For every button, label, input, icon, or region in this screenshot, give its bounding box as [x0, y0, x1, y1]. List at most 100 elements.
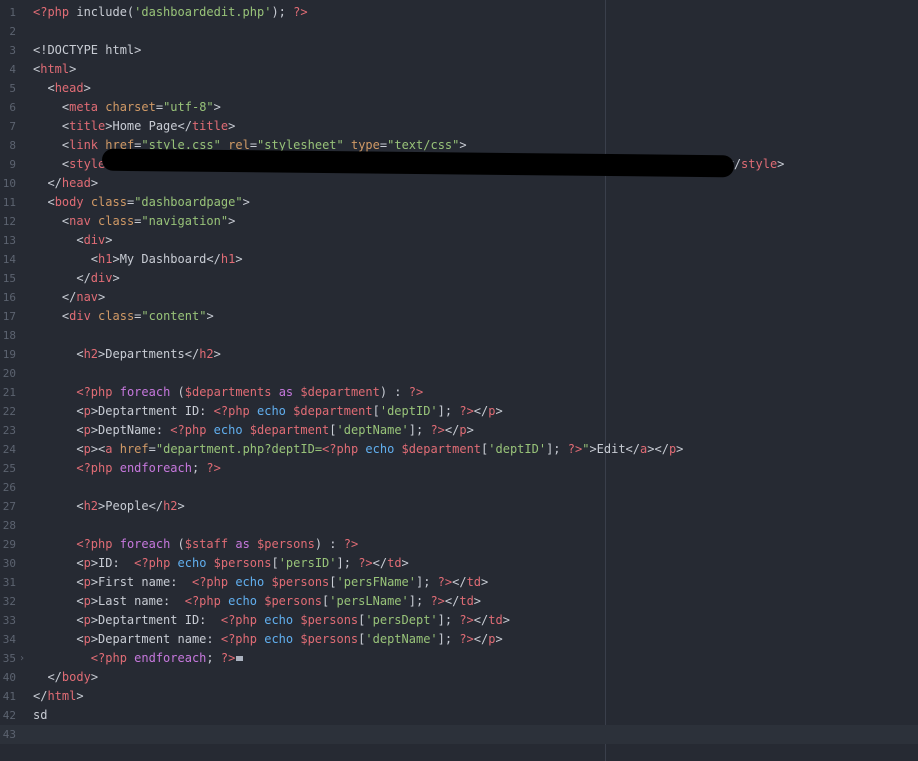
line-number[interactable]: 5 — [0, 79, 16, 98]
code-line[interactable]: 22 <p>Deptartment ID: <?php echo $depart… — [0, 402, 918, 421]
line-number[interactable]: 24 — [0, 440, 16, 459]
code-line[interactable]: 14 <h1>My Dashboard</h1> — [0, 250, 918, 269]
code-token: $persons — [271, 575, 330, 589]
code-text: <?php foreach ($staff as $persons) : ?> — [33, 535, 358, 554]
line-number[interactable]: 35 — [0, 649, 16, 668]
code-token: td — [466, 575, 482, 589]
code-token: ?> — [206, 461, 221, 475]
line-number[interactable]: 30 — [0, 554, 16, 573]
code-token: echo — [235, 575, 265, 589]
code-line[interactable]: 34 <p>Department name: <?php echo $perso… — [0, 630, 918, 649]
line-number[interactable]: 25 — [0, 459, 16, 478]
code-line[interactable]: 20 — [0, 364, 918, 383]
code-token: p — [83, 594, 91, 608]
line-number[interactable]: 15 — [0, 269, 16, 288]
code-line[interactable]: 33 <p>Deptartment ID: <?php echo $person… — [0, 611, 918, 630]
line-number[interactable]: 27 — [0, 497, 16, 516]
code-token: ?> — [567, 442, 583, 456]
code-token: nav — [69, 214, 91, 228]
code-token: "text/css" — [387, 138, 460, 152]
line-number[interactable]: 11 — [0, 193, 16, 212]
code-line[interactable]: 26 — [0, 478, 918, 497]
line-number[interactable]: 19 — [0, 345, 16, 364]
code-line[interactable]: 25 <?php endforeach; ?> — [0, 459, 918, 478]
line-number[interactable]: 14 — [0, 250, 16, 269]
code-editor[interactable]: 1 <?php include('dashboardedit.php'); ?> 2… — [0, 0, 918, 761]
code-line[interactable]: 3 <!DOCTYPE html> — [0, 41, 918, 60]
line-number[interactable]: 21 — [0, 383, 16, 402]
line-number[interactable]: 12 — [0, 212, 16, 231]
line-number[interactable]: 2 — [0, 22, 16, 41]
code-line[interactable]: 5 <head> — [0, 79, 918, 98]
line-number[interactable]: 20 — [0, 364, 16, 383]
line-number[interactable]: 34 — [0, 630, 16, 649]
code-token: head — [61, 176, 91, 190]
line-number[interactable]: 7 — [0, 117, 16, 136]
code-line[interactable]: 15 </div> — [0, 269, 918, 288]
line-number[interactable]: 28 — [0, 516, 16, 535]
code-line[interactable]: 4 <html> — [0, 60, 918, 79]
code-line[interactable]: 21 <?php foreach ($departments as $depar… — [0, 383, 918, 402]
code-line[interactable]: 6 <meta charset="utf-8"> — [0, 98, 918, 117]
line-number[interactable]: 8 — [0, 136, 16, 155]
code-line[interactable]: 7 <title>Home Page</title> — [0, 117, 918, 136]
code-token: < — [33, 195, 55, 209]
line-number[interactable]: 13 — [0, 231, 16, 250]
code-line[interactable]: 24 <p><a href="department.php?deptID=<?p… — [0, 440, 918, 459]
code-line[interactable]: 31 <p>First name: <?php echo $persons['p… — [0, 573, 918, 592]
code-token: > — [481, 575, 489, 589]
line-number[interactable]: 43 — [0, 725, 16, 744]
code-line[interactable]: 30 <p>ID: <?php echo $persons['persID'];… — [0, 554, 918, 573]
code-line[interactable]: 35 › <?php endforeach; ?> — [0, 649, 918, 668]
line-number[interactable]: 6 — [0, 98, 16, 117]
line-number[interactable]: 1 — [0, 3, 16, 22]
code-line[interactable]: 42 sd — [0, 706, 918, 725]
line-number[interactable]: 41 — [0, 687, 16, 706]
code-line[interactable]: 43 — [0, 725, 918, 744]
code-line[interactable]: 12 <nav class="navigation"> — [0, 212, 918, 231]
code-token: foreach — [119, 385, 171, 399]
line-number[interactable]: 26 — [0, 478, 16, 497]
line-number[interactable]: 22 — [0, 402, 16, 421]
code-line[interactable]: 1 <?php include('dashboardedit.php'); ?> — [0, 3, 918, 22]
line-number[interactable]: 16 — [0, 288, 16, 307]
code-line[interactable]: 13 <div> — [0, 231, 918, 250]
line-number[interactable]: 17 — [0, 307, 16, 326]
code-token: ]; — [437, 404, 460, 418]
code-line[interactable]: 40 </body> — [0, 668, 918, 687]
line-number[interactable]: 23 — [0, 421, 16, 440]
code-line[interactable]: 32 <p>Last name: <?php echo $persons['pe… — [0, 592, 918, 611]
line-number[interactable]: 3 — [0, 41, 16, 60]
line-number[interactable]: 42 — [0, 706, 16, 725]
line-number[interactable]: 33 — [0, 611, 16, 630]
code-line[interactable]: 11 <body class="dashboardpage"> — [0, 193, 918, 212]
code-token: > — [105, 233, 113, 247]
line-number[interactable]: 31 — [0, 573, 16, 592]
line-number[interactable]: 9 — [0, 155, 16, 174]
code-token: > — [228, 214, 236, 228]
line-number[interactable]: 4 — [0, 60, 16, 79]
code-line[interactable]: 10 </head> — [0, 174, 918, 193]
code-line[interactable]: 18 — [0, 326, 918, 345]
fold-chevron-icon[interactable]: › — [19, 649, 25, 668]
code-line[interactable]: 16 </nav> — [0, 288, 918, 307]
code-line[interactable]: 29 <?php foreach ($staff as $persons) : … — [0, 535, 918, 554]
code-line[interactable]: 23 <p>DeptName: <?php echo $department['… — [0, 421, 918, 440]
line-number[interactable]: 32 — [0, 592, 16, 611]
code-line[interactable]: 28 — [0, 516, 918, 535]
line-number[interactable]: 40 — [0, 668, 16, 687]
line-number[interactable]: 10 — [0, 174, 16, 193]
code-token: >Edit</ — [589, 442, 641, 456]
fold-ellipsis-icon[interactable] — [236, 656, 244, 661]
code-line[interactable]: 2 — [0, 22, 918, 41]
code-area[interactable]: 1 <?php include('dashboardedit.php'); ?> 2… — [0, 0, 918, 761]
line-number[interactable]: 29 — [0, 535, 16, 554]
code-line[interactable]: 17 <div class="content"> — [0, 307, 918, 326]
code-text: <p>DeptName: <?php echo $department['dep… — [33, 421, 473, 440]
code-line[interactable]: 27 <h2>People</h2> — [0, 497, 918, 516]
code-token: type — [350, 138, 380, 152]
code-line[interactable]: 41 </html> — [0, 687, 918, 706]
line-number[interactable]: 18 — [0, 326, 16, 345]
code-line[interactable]: 19 <h2>Departments</h2> — [0, 345, 918, 364]
